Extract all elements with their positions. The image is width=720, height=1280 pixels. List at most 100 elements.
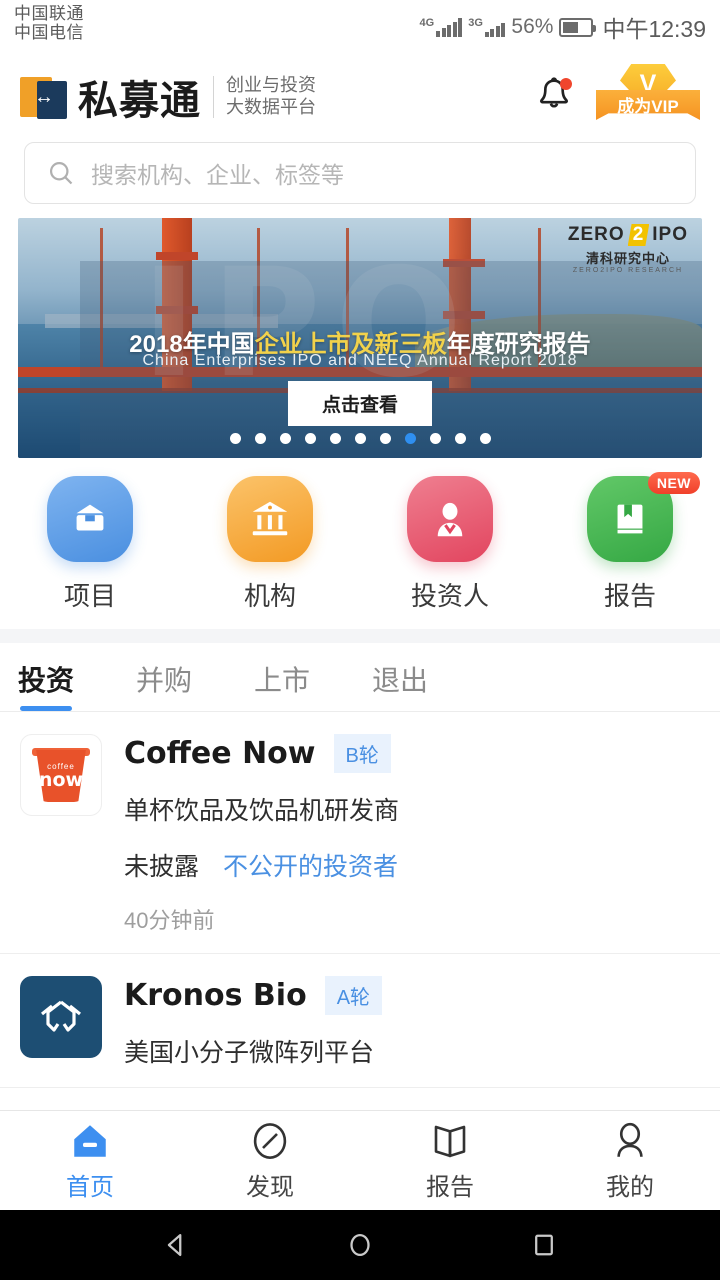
nav-label-report: 报告 <box>426 1173 474 1201</box>
tab-label: 投资 <box>18 665 75 696</box>
investor-link[interactable]: 不公开的投资者 <box>223 847 398 883</box>
carrier-2: 中国电信 <box>14 23 84 43</box>
zero2ipo-logo: ZERO 2 IPO 清科研究中心 ZERO2IPO RESEARCH <box>568 224 688 274</box>
tagline-line-1: 创业与投资 <box>226 75 316 96</box>
quick-action-label: 报告 <box>603 581 656 611</box>
android-navigation-bar <box>0 1210 720 1280</box>
tab-label: 并购 <box>136 665 193 696</box>
banner-section: IPO ZERO 2 IPO 清科研究中心 ZERO2IPO RESEARCH … <box>0 218 720 458</box>
logo-main-text: now <box>38 769 84 791</box>
tab-label: 上市 <box>254 665 311 696</box>
book-open-icon <box>434 1125 466 1157</box>
vip-ribbon: 成为VIP <box>596 90 700 120</box>
become-vip-button[interactable]: V 成为VIP <box>596 64 700 126</box>
quick-actions-row: 项目 机构 投资人 NEW 报告 <box>0 458 720 629</box>
quick-action-label: 投资人 <box>410 581 489 611</box>
carousel-dot[interactable] <box>329 433 341 444</box>
logo-divider <box>213 76 214 118</box>
search-icon <box>49 161 73 185</box>
battery-icon <box>559 17 597 37</box>
nav-label-discover: 发现 <box>246 1173 294 1201</box>
banner-cta-button[interactable]: 点击查看 <box>287 381 433 427</box>
logo-tagline: 创业与投资 大数据平台 <box>226 75 316 118</box>
brand-research: ZERO2IPO RESEARCH <box>572 267 684 274</box>
banner-subtitle: China Enterprises IPO and NEEQ Annual Re… <box>142 352 578 370</box>
app-header: ↔ 私募通 创业与投资 大数据平台 V 成为VIP <box>0 58 720 136</box>
carousel-dot[interactable] <box>304 433 316 444</box>
funding-round-badge: B轮 <box>333 734 391 773</box>
carrier-1: 中国联通 <box>14 4 84 23</box>
logo-title: 私募通 <box>78 78 201 124</box>
app-logo[interactable]: ↔ 私募通 <box>20 68 201 126</box>
back-triangle-icon[interactable] <box>159 1228 193 1262</box>
coffee-now-logo: coffee now <box>20 734 102 816</box>
home-circle-icon[interactable] <box>343 1228 377 1262</box>
tab-4[interactable]: 退出 <box>372 643 428 711</box>
new-badge: NEW <box>647 472 700 494</box>
company-description: 美国小分子微阵列平台 <box>124 1039 375 1067</box>
promo-banner[interactable]: IPO ZERO 2 IPO 清科研究中心 ZERO2IPO RESEARCH … <box>18 218 702 458</box>
search-placeholder: 搜索机构、企业、标签等 <box>91 162 344 188</box>
nav-item-profile[interactable]: 我的 <box>540 1111 720 1210</box>
tab-label: 退出 <box>372 665 429 696</box>
quick-action-label: 机构 <box>243 581 296 611</box>
category-tabs: 投资 并购 上市 退出 <box>0 643 720 712</box>
notification-dot <box>560 78 572 90</box>
carousel-dot[interactable] <box>354 433 366 444</box>
carousel-dot[interactable] <box>379 433 391 444</box>
company-name: Kronos Bio <box>124 978 307 1013</box>
person-icon <box>407 476 493 562</box>
brand-two: 2 <box>627 224 650 246</box>
recents-square-icon[interactable] <box>527 1228 561 1262</box>
nav-label-home: 首页 <box>66 1173 114 1201</box>
nav-label-profile: 我的 <box>606 1173 654 1201</box>
logo-mark-icon: ↔ <box>20 75 68 119</box>
clock: 中午12:39 <box>602 16 706 42</box>
battery-percent: 56% <box>511 15 554 38</box>
nav-item-report[interactable]: 报告 <box>360 1111 540 1210</box>
carousel-dot[interactable] <box>279 433 291 444</box>
tab-1[interactable]: 投资 <box>18 643 74 711</box>
tab-3[interactable]: 上市 <box>254 643 310 711</box>
list-item[interactable]: Kronos Bio A轮 美国小分子微阵列平台 <box>0 954 720 1088</box>
section-divider <box>0 629 720 643</box>
search-section: 搜索机构、企业、标签等 <box>0 136 720 218</box>
company-description: 单杯饮品及饮品机研发商 <box>124 797 400 825</box>
search-input[interactable]: 搜索机构、企业、标签等 <box>24 142 696 204</box>
bell-icon[interactable] <box>534 75 574 119</box>
deal-list: coffee now Coffee Now B轮 单杯饮品及饮品机研发商 未披露… <box>0 712 720 1088</box>
box-icon <box>47 476 133 562</box>
quick-action-4[interactable]: NEW 报告 <box>540 472 720 613</box>
carousel-dots[interactable] <box>18 433 702 444</box>
brand-ipo: IPO <box>652 224 688 245</box>
nav-item-discover[interactable]: 发现 <box>180 1111 360 1210</box>
bottom-navigation: 首页 发现 报告 我的 <box>0 1110 720 1210</box>
vip-label: 成为VIP <box>617 97 679 116</box>
carousel-dot[interactable] <box>454 433 466 444</box>
deal-amount: 未披露 <box>124 853 200 881</box>
compass-icon <box>253 1122 287 1159</box>
quick-action-1[interactable]: 项目 <box>0 476 180 613</box>
bank-icon <box>227 476 313 562</box>
status-bar: 中国联通 中国电信 4G 3G 56% 中午12:39 <box>0 0 720 58</box>
carousel-dot[interactable] <box>429 433 441 444</box>
carrier-labels: 中国联通 中国电信 <box>14 4 84 42</box>
funding-round-badge: A轮 <box>324 976 383 1015</box>
status-indicators: 4G 3G 56% 中午12:39 <box>420 4 706 44</box>
carousel-dot[interactable] <box>404 433 416 444</box>
deal-timestamp: 40分钟前 <box>124 908 215 933</box>
quick-action-2[interactable]: 机构 <box>180 476 360 613</box>
brand-zero: ZERO <box>567 224 625 245</box>
quick-action-3[interactable]: 投资人 <box>360 476 540 613</box>
company-name: Coffee Now <box>124 736 316 771</box>
tab-2[interactable]: 并购 <box>136 643 192 711</box>
carousel-dot[interactable] <box>479 433 491 444</box>
nav-item-home[interactable]: 首页 <box>0 1111 180 1210</box>
list-item[interactable]: coffee now Coffee Now B轮 单杯饮品及饮品机研发商 未披露… <box>0 712 720 954</box>
brand-chinese: 清科研究中心 <box>585 251 670 266</box>
carousel-dot[interactable] <box>254 433 266 444</box>
home-icon <box>74 1124 106 1157</box>
kronos-bio-logo <box>20 976 102 1058</box>
tagline-line-2: 大数据平台 <box>226 97 316 117</box>
carousel-dot[interactable] <box>229 433 241 444</box>
